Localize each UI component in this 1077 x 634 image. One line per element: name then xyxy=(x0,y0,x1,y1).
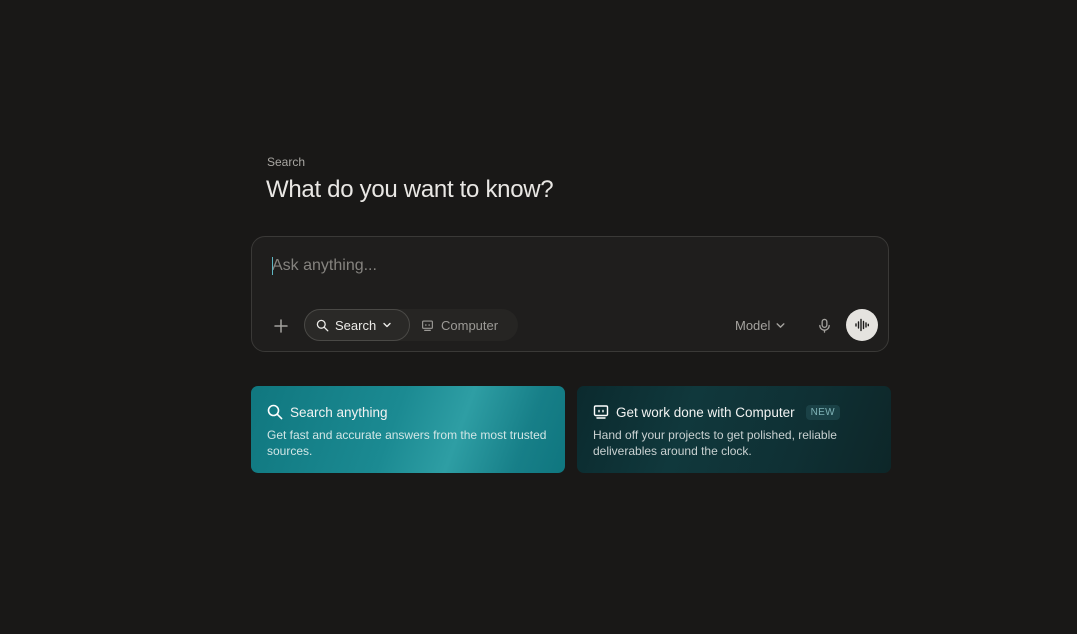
chevron-down-icon xyxy=(383,322,391,328)
composer: Search Computer Model xyxy=(251,236,889,352)
text-caret xyxy=(272,257,273,275)
model-selector[interactable]: Model xyxy=(735,313,786,337)
mode-search-button[interactable]: Search xyxy=(304,309,410,341)
voice-mode-button[interactable] xyxy=(846,309,878,341)
page-eyebrow: Search xyxy=(267,155,306,169)
new-badge: NEW xyxy=(805,404,840,420)
card-title-row: Get work done with Computer NEW xyxy=(593,403,875,421)
plus-icon xyxy=(274,319,288,333)
chevron-down-icon xyxy=(776,322,785,328)
page-title: What do you want to know? xyxy=(266,176,554,203)
card-title: Search anything xyxy=(290,404,388,420)
search-anything-card[interactable]: Search anything Get fast and accurate an… xyxy=(251,386,565,473)
attach-button[interactable] xyxy=(268,313,294,339)
card-description: Hand off your projects to get polished, … xyxy=(593,428,837,458)
model-label: Model xyxy=(735,317,771,333)
search-icon xyxy=(267,404,283,420)
mode-computer-button[interactable]: Computer xyxy=(421,309,498,341)
microphone-button[interactable] xyxy=(812,313,836,337)
mode-selector: Search Computer xyxy=(304,309,518,341)
search-icon xyxy=(316,319,329,331)
audio-waveform-icon xyxy=(855,318,870,332)
computer-icon xyxy=(422,319,433,331)
mode-computer-label: Computer xyxy=(441,317,499,333)
mode-search-label: Search xyxy=(335,317,377,333)
computer-card[interactable]: Get work done with Computer NEW Hand off… xyxy=(577,386,891,473)
card-title-row: Search anything xyxy=(267,403,549,421)
card-title: Get work done with Computer xyxy=(616,404,795,420)
computer-icon xyxy=(593,405,609,419)
page: Search What do you want to know? Search xyxy=(0,0,1077,634)
microphone-icon xyxy=(818,318,830,333)
ask-input[interactable] xyxy=(272,255,832,277)
card-description: Get fast and accurate answers from the m… xyxy=(267,428,547,458)
